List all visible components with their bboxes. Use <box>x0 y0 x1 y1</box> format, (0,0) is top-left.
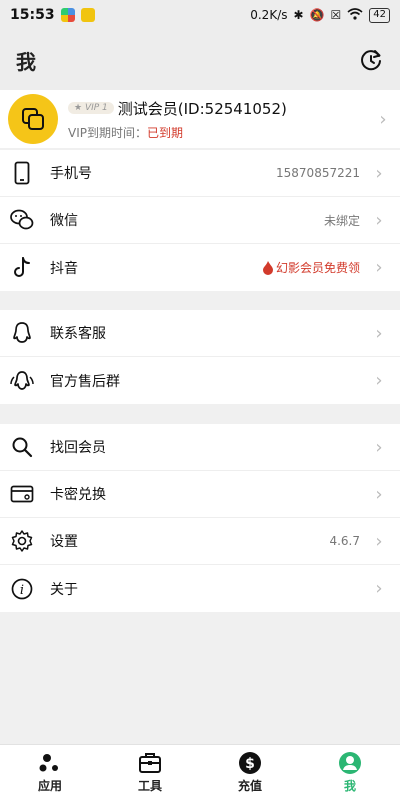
vip-badge: ★ VIP 1 <box>68 102 114 114</box>
toolbox-icon <box>138 751 162 775</box>
apps-icon <box>38 751 62 775</box>
refresh-icon[interactable] <box>358 47 384 73</box>
wechat-status: 未绑定 <box>323 213 360 228</box>
battery-indicator: 42 <box>369 7 390 23</box>
row-label: 设置 <box>50 534 78 550</box>
qq-group-icon <box>10 369 34 393</box>
expiry-label: VIP到期时间： <box>68 125 147 140</box>
chevron-right-icon: › <box>375 257 383 278</box>
row-customer-service[interactable]: 联系客服 › <box>0 310 400 357</box>
status-time: 15:53 <box>10 7 55 23</box>
page-title: 我 <box>16 49 36 74</box>
info-icon: i <box>10 577 34 601</box>
row-phone[interactable]: 手机号 15870857221 › <box>0 150 400 197</box>
network-speed: 0.2K/s <box>250 8 288 22</box>
page-header: 我 <box>0 30 400 90</box>
row-label: 找回会员 <box>50 440 106 456</box>
nav-label: 我 <box>343 779 356 793</box>
gear-icon <box>10 529 34 553</box>
nav-label: 工具 <box>137 779 162 793</box>
row-douyin[interactable]: 抖音 幻影会员免费领 › <box>0 244 400 291</box>
bottom-nav: 应用 工具 $ 充值 我 <box>0 744 400 800</box>
chevron-right-icon: › <box>375 162 383 184</box>
qq-icon <box>10 321 34 345</box>
search-icon <box>10 435 34 459</box>
row-wechat[interactable]: 微信 未绑定 › <box>0 197 400 244</box>
chevron-right-icon: › <box>375 483 383 505</box>
app-version: 4.6.7 <box>329 534 360 548</box>
vip-badge-label: VIP 1 <box>84 103 108 113</box>
gallery-notification-icon <box>80 8 95 22</box>
nav-recharge[interactable]: $ 充值 <box>210 751 290 794</box>
wechat-icon <box>10 208 34 232</box>
profile-name: 测试会员(ID:52541052) <box>117 99 287 118</box>
settings-section: 找回会员 › 卡密兑换 › 设置 4.6.7 › i 关于 › <box>0 424 400 612</box>
phone-number: 15870857221 <box>276 166 360 180</box>
mute-icon: 🔕 <box>309 8 325 22</box>
phone-icon <box>10 161 34 185</box>
sim-icon: ☒ <box>330 8 342 22</box>
chevron-right-icon: › <box>375 436 383 458</box>
row-about[interactable]: i 关于 › <box>0 565 400 612</box>
app-notification-icon <box>60 8 75 22</box>
wifi-icon <box>347 7 363 23</box>
chevron-right-icon: › <box>375 322 383 344</box>
profile-card[interactable]: ★ VIP 1 测试会员(ID:52541052) VIP到期时间：已到期 › <box>0 90 400 148</box>
account-bindings-section: 手机号 15870857221 › 微信 未绑定 › 抖音 幻影会员免费领 › <box>0 150 400 291</box>
row-label: 抖音 <box>50 260 78 277</box>
flame-icon <box>262 260 273 275</box>
card-icon <box>10 482 34 506</box>
expiry-status: 已到期 <box>147 125 184 140</box>
status-bar: 15:53 0.2K/s ✱ 🔕 ☒ 42 <box>0 0 400 30</box>
copy-icon <box>22 108 44 130</box>
row-settings[interactable]: 设置 4.6.7 › <box>0 518 400 565</box>
nav-label: 充值 <box>237 779 262 793</box>
douyin-promo-text: 幻影会员免费领 <box>275 261 360 275</box>
svg-text:i: i <box>20 583 24 598</box>
row-label: 卡密兑换 <box>50 487 106 503</box>
row-label: 官方售后群 <box>50 373 120 390</box>
row-label: 微信 <box>50 213 78 229</box>
row-label: 联系客服 <box>50 326 106 342</box>
bluetooth-icon: ✱ <box>293 8 304 22</box>
row-after-sales-group[interactable]: 官方售后群 › <box>0 357 400 404</box>
avatar[interactable] <box>8 94 58 144</box>
svg-text:$: $ <box>245 756 255 772</box>
row-recover-membership[interactable]: 找回会员 › <box>0 424 400 471</box>
row-card-redeem[interactable]: 卡密兑换 › <box>0 471 400 518</box>
douyin-promo: 幻影会员免费领 <box>262 259 360 276</box>
nav-apps[interactable]: 应用 <box>10 751 90 794</box>
nav-label: 应用 <box>37 779 62 793</box>
tiktok-icon <box>10 256 34 280</box>
chevron-right-icon: › <box>375 578 383 599</box>
user-icon <box>338 751 362 775</box>
dollar-icon: $ <box>238 751 262 775</box>
row-label: 关于 <box>50 581 78 598</box>
chevron-right-icon: › <box>375 530 383 552</box>
nav-me[interactable]: 我 <box>310 751 390 794</box>
chevron-right-icon: › <box>379 108 387 130</box>
support-section: 联系客服 › 官方售后群 › <box>0 310 400 404</box>
row-label: 手机号 <box>50 166 92 182</box>
nav-tools[interactable]: 工具 <box>110 751 190 794</box>
chevron-right-icon: › <box>375 370 383 391</box>
chevron-right-icon: › <box>375 209 383 231</box>
